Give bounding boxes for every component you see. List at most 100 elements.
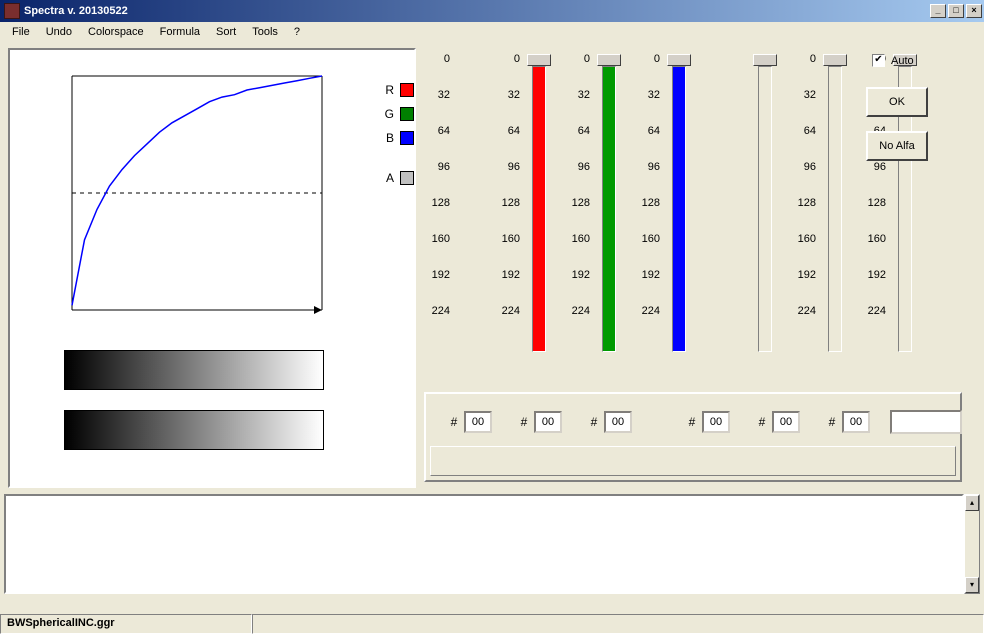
tick-label: 64 [634,124,664,160]
tick-label: 192 [860,268,890,304]
hex-cell: #00 [444,411,492,433]
tick-label: 128 [860,196,890,232]
tick-label: 96 [564,160,594,196]
slider-thumb[interactable] [527,54,551,66]
menu-help[interactable]: ? [286,24,308,40]
slider-6-hex[interactable]: 00 [842,411,870,433]
tick-label: 128 [494,196,524,232]
r-slider[interactable]: 0326496128160192224 [494,48,562,388]
channel-legend: R G B A [380,78,414,190]
tick-label: 32 [790,88,820,124]
menu-formula[interactable]: Formula [152,24,208,40]
app-icon [4,3,20,19]
menu-colorspace[interactable]: Colorspace [80,24,152,40]
legend-b-swatch[interactable] [400,131,414,145]
title-bar: Spectra v. 20130522 _ □ × [0,0,984,22]
tick-label: 0 [564,52,594,88]
gradient-preview-1 [64,350,324,390]
hash-label: # [682,415,702,429]
tick-label: 224 [564,304,594,340]
tick-label: 192 [424,268,454,304]
tick-label: 224 [634,304,664,340]
b-slider-hex[interactable]: 00 [604,411,632,433]
tick-label: 128 [564,196,594,232]
tick-label: 160 [860,232,890,268]
g-slider-hex[interactable]: 00 [534,411,562,433]
slider-5-hex[interactable]: 00 [772,411,800,433]
scrollbar[interactable]: ▴ ▾ [964,494,980,594]
tick-label: 192 [790,268,820,304]
slider-4[interactable] [720,48,788,388]
right-controls: ✔ Auto OK No Alfa [866,54,968,175]
b-slider[interactable]: 0326496128160192224 [634,48,702,388]
hash-label: # [752,415,772,429]
maximize-button[interactable]: □ [948,4,964,18]
legend-r-label: R [380,83,394,97]
slider-thumb[interactable] [597,54,621,66]
slider-thumb[interactable] [823,54,847,66]
tick-label: 224 [494,304,524,340]
tick-label: 64 [424,124,454,160]
tick-label: 96 [790,160,820,196]
tick-label: 32 [494,88,524,124]
no-alfa-button[interactable]: No Alfa [866,131,928,161]
hash-label: # [584,415,604,429]
legend-r-swatch[interactable] [400,83,414,97]
tick-label: 64 [494,124,524,160]
menu-undo[interactable]: Undo [38,24,80,40]
legend-g-swatch[interactable] [400,107,414,121]
slider-fill [533,67,545,351]
hash-label: # [822,415,842,429]
tick-labels: 0326496128160192224 [424,48,492,388]
slider-fill [603,67,615,351]
tick-label: 160 [634,232,664,268]
scroll-up-icon[interactable]: ▴ [965,495,979,511]
menu-tools[interactable]: Tools [244,24,286,40]
g-slider[interactable]: 0326496128160192224 [564,48,632,388]
hex-cell: #00 [822,411,870,433]
legend-a-label: A [380,171,394,185]
hash-label: # [444,415,464,429]
auto-checkbox[interactable]: ✔ Auto [872,54,968,67]
scroll-down-icon[interactable]: ▾ [965,577,979,593]
legend-b-label: B [380,131,394,145]
minimize-button[interactable]: _ [930,4,946,18]
gradient-preview-2 [64,410,324,450]
slider-thumb[interactable] [753,54,777,66]
status-bar: BWSphericalINC.ggr [0,614,984,634]
r-slider-hex[interactable]: 00 [464,411,492,433]
menu-sort[interactable]: Sort [208,24,244,40]
tick-label: 160 [424,232,454,268]
menu-bar: File Undo Colorspace Formula Sort Tools … [0,22,984,42]
slider-track[interactable] [758,66,772,352]
tick-label: 0 [494,52,524,88]
close-button[interactable]: × [966,4,982,18]
curve-chart [62,66,332,326]
curve-panel: R G B A [8,48,416,488]
slider-4-hex[interactable]: 00 [702,411,730,433]
slider-fill [673,67,685,351]
tick-label: 224 [790,304,820,340]
tick-label: 192 [494,268,524,304]
color-swatch[interactable] [890,410,962,434]
slider-track[interactable] [828,66,842,352]
tick-label: 160 [494,232,524,268]
legend-a-swatch[interactable] [400,171,414,185]
tick-label: 128 [790,196,820,232]
slider-thumb[interactable] [667,54,691,66]
hex-cell: #00 [584,411,632,433]
menu-file[interactable]: File [4,24,38,40]
tick-label: 96 [634,160,664,196]
tick-label: 32 [424,88,454,124]
tick-label: 32 [564,88,594,124]
hash-label: # [514,415,534,429]
checkbox-icon: ✔ [872,54,885,67]
ok-button[interactable]: OK [866,87,928,117]
tick-label: 96 [494,160,524,196]
status-empty [252,614,984,634]
tick-label: 160 [790,232,820,268]
output-text[interactable] [4,494,964,594]
slider-5[interactable]: 0326496128160192224 [790,48,858,388]
tick-label: 32 [634,88,664,124]
status-file: BWSphericalINC.ggr [0,614,252,634]
